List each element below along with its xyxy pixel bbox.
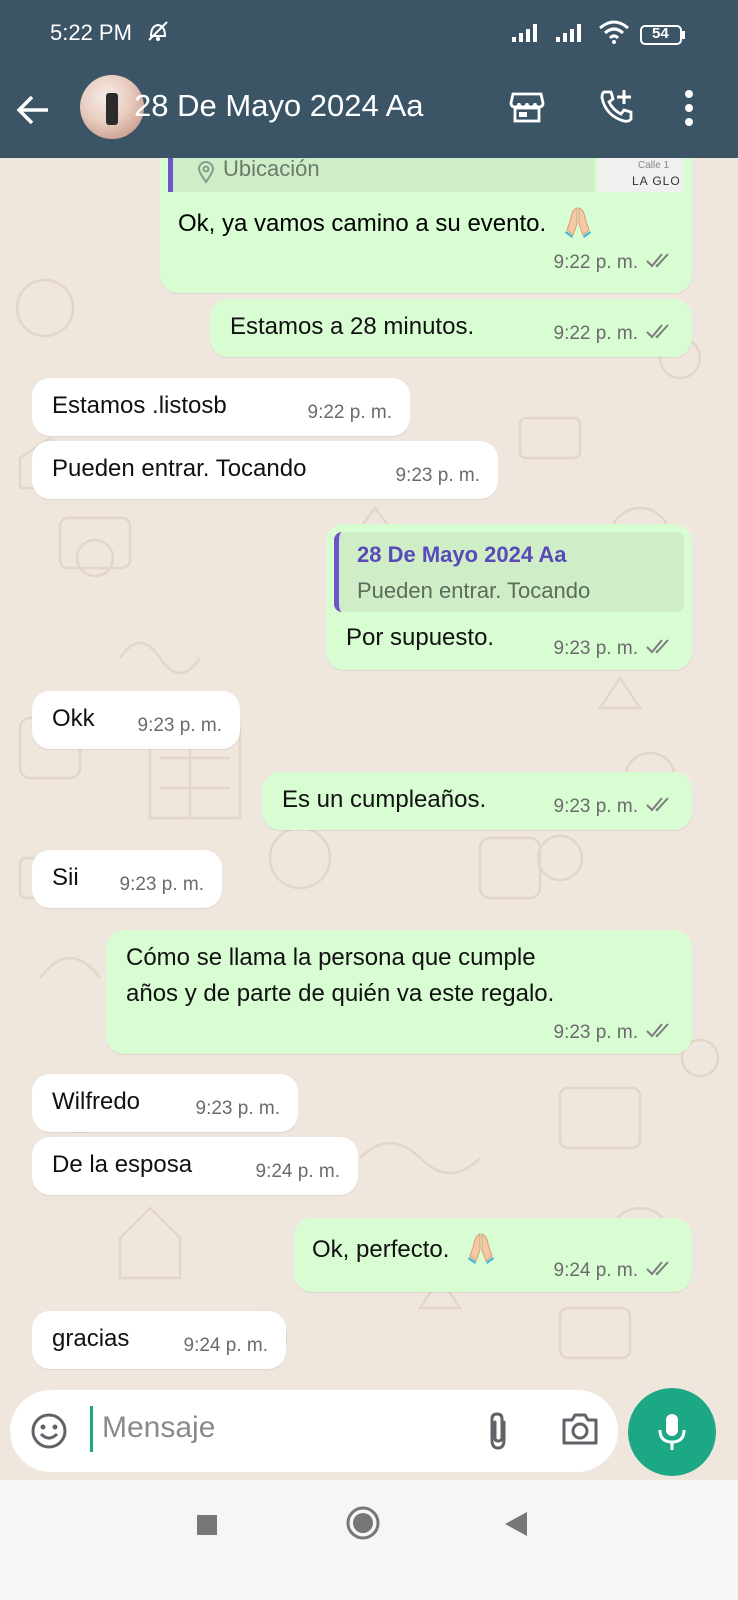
message-text: Estamos a 28 minutos. [230, 313, 475, 340]
double-check-icon [646, 638, 674, 660]
message-time: 9:22 p. m. [553, 323, 639, 344]
chat-header: 28 De Mayo 2024 Aa [0, 66, 738, 158]
emoji-icon[interactable] [30, 1412, 68, 1455]
message-bubble[interactable]: Ok, perfecto. 9:24 p. m. [294, 1218, 692, 1292]
quoted-text: Pueden entrar. Tocando [357, 578, 591, 603]
message-text: Pueden entrar. Tocando [52, 455, 307, 482]
message-text: Ok, perfecto. [312, 1235, 450, 1263]
message-text-line2: años y de parte de quién va este regalo. [126, 980, 555, 1007]
map-street: Calle 1 [638, 160, 670, 171]
message-time: 9:23 p. m. [137, 715, 223, 736]
message-text: Es un cumpleaños. [282, 786, 487, 813]
map-thumbnail[interactable]: Calle 1 LA GLO [598, 158, 684, 192]
store-icon[interactable] [508, 88, 546, 131]
quoted-sender: 28 De Mayo 2024 Aa [357, 542, 567, 567]
message-bubble[interactable]: Okk 9:23 p. m. [32, 691, 240, 749]
message-text: Okk [52, 705, 95, 732]
more-vert-icon[interactable] [683, 88, 695, 133]
status-time: 5:22 PM [50, 20, 132, 45]
back-arrow-icon[interactable] [14, 90, 54, 135]
message-time: 9:22 p. m. [307, 402, 393, 423]
double-check-icon [646, 1260, 674, 1282]
message-time: 9:23 p. m. [195, 1098, 281, 1119]
message-input[interactable]: Mensaje [102, 1411, 215, 1445]
signal-icon-2 [554, 21, 588, 48]
message-text-line1: Cómo se llama la persona que cumple [126, 944, 536, 971]
double-check-icon [646, 252, 674, 274]
message-text: gracias [52, 1325, 130, 1352]
message-time: 9:24 p. m. [255, 1161, 341, 1182]
mute-icon [145, 18, 171, 49]
message-bubble[interactable]: Pueden entrar. Tocando 9:23 p. m. [32, 441, 498, 499]
chat-title[interactable]: 28 De Mayo 2024 Aa [134, 88, 424, 124]
message-time: 9:24 p. m. [183, 1335, 269, 1356]
message-bubble[interactable]: Wilfredo 9:23 p. m. [32, 1074, 298, 1132]
message-time: 9:23 p. m. [119, 874, 205, 895]
message-text: Sii [52, 864, 79, 891]
mic-button[interactable] [628, 1388, 716, 1476]
message-bubble[interactable]: Estamos a 28 minutos. 9:22 p. m. [210, 299, 692, 357]
add-call-icon[interactable] [596, 86, 638, 133]
message-time: 9:23 p. m. [395, 465, 481, 486]
location-label: Ubicación [223, 158, 320, 181]
status-bar: 5:22 PM 54 [0, 0, 738, 66]
message-composer[interactable]: Mensaje [10, 1390, 618, 1472]
location-preview[interactable]: Ubicación [168, 158, 595, 192]
battery-level: 54 [652, 24, 669, 42]
recents-icon[interactable] [195, 1513, 219, 1542]
message-bubble[interactable]: Estamos .listosb 9:22 p. m. [32, 378, 410, 436]
text-cursor [90, 1406, 93, 1452]
message-bubble[interactable]: Sii 9:23 p. m. [32, 850, 222, 908]
message-bubble[interactable]: Es un cumpleaños. 9:23 p. m. [262, 772, 692, 830]
message-time: 9:23 p. m. [553, 1022, 639, 1043]
message-text: Estamos .listosb [52, 392, 227, 419]
message-text: Por supuesto. [346, 624, 495, 651]
folded-hands-icon [563, 204, 593, 245]
message-bubble[interactable]: gracias 9:24 p. m. [32, 1311, 286, 1369]
location-pin-icon [197, 160, 215, 189]
message-time: 9:23 p. m. [553, 796, 639, 817]
back-icon[interactable] [503, 1510, 529, 1543]
battery-icon: 54 [640, 24, 686, 46]
message-time: 9:22 p. m. [553, 252, 639, 273]
map-label: LA GLO [632, 174, 681, 188]
chat-area[interactable]: Ubicación Calle 1 LA GLO Ok, ya vamos ca… [0, 158, 738, 1420]
message-text: Ok, ya vamos camino a su evento. [178, 209, 547, 237]
camera-icon[interactable] [560, 1410, 600, 1453]
message-time: 9:23 p. m. [553, 638, 639, 659]
double-check-icon [646, 323, 674, 345]
message-bubble[interactable]: Cómo se llama la persona que cumple años… [106, 930, 692, 1054]
double-check-icon [646, 796, 674, 818]
message-text: Wilfredo [52, 1088, 141, 1115]
reply-message-bubble[interactable]: 28 De Mayo 2024 Aa Pueden entrar. Tocand… [326, 524, 692, 670]
message-bubble[interactable]: Ok, ya vamos camino a su evento. 9:22 p.… [160, 192, 692, 293]
message-bubble[interactable]: De la esposa 9:24 p. m. [32, 1137, 358, 1195]
home-icon[interactable] [345, 1505, 381, 1546]
message-text: De la esposa [52, 1151, 193, 1178]
message-time: 9:24 p. m. [553, 1260, 639, 1281]
double-check-icon [646, 1022, 674, 1044]
folded-hands-icon [466, 1230, 496, 1271]
attach-icon[interactable] [484, 1410, 514, 1457]
signal-icon [510, 21, 544, 48]
wifi-icon [598, 20, 630, 49]
quoted-message[interactable]: 28 De Mayo 2024 Aa Pueden entrar. Tocand… [334, 532, 684, 612]
system-nav-bar [0, 1480, 738, 1600]
mic-icon [658, 1414, 686, 1450]
